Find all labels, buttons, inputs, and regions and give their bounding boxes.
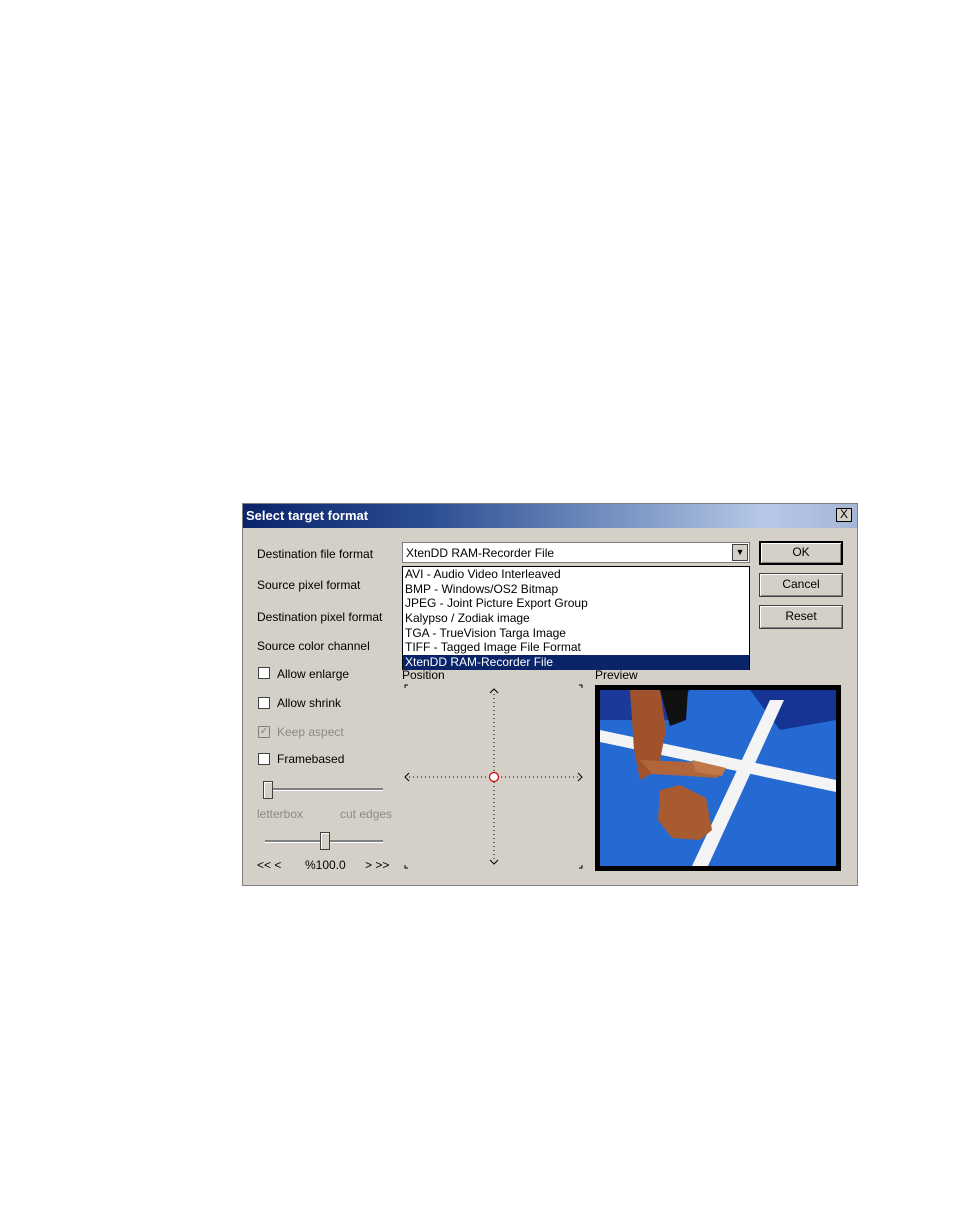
preview-frame — [595, 685, 841, 871]
dropdown-option-kalypso[interactable]: Kalypso / Zodiak image — [403, 611, 749, 626]
allow-enlarge-checkbox[interactable] — [258, 667, 270, 679]
dropdown-option-tga[interactable]: TGA - TrueVision Targa Image — [403, 626, 749, 641]
allow-enlarge-label: Allow enlarge — [277, 667, 350, 681]
framebased-checkbox[interactable] — [258, 753, 270, 765]
ok-button[interactable]: OK — [759, 541, 843, 565]
position-crosshair — [404, 684, 583, 869]
preview-picture — [600, 690, 836, 866]
combo-selected-value: XtenDD RAM-Recorder File — [406, 546, 555, 560]
position-control[interactable] — [403, 684, 585, 870]
allow-shrink-checkbox[interactable] — [258, 697, 270, 709]
framebased-label: Framebased — [277, 752, 345, 766]
cut-edges-label: cut edges — [340, 807, 393, 821]
dest-pixel-format-label: Destination pixel format — [257, 610, 383, 624]
keep-aspect-checkbox[interactable]: ✓ — [258, 726, 270, 738]
zoom-slider-thumb[interactable] — [320, 832, 330, 850]
select-target-format-dialog: Select target format X Destination file … — [242, 503, 858, 886]
cancel-button[interactable]: Cancel — [759, 573, 843, 597]
dropdown-arrow-button[interactable]: ▼ — [732, 544, 748, 561]
dropdown-option-jpeg[interactable]: JPEG - Joint Picture Export Group — [403, 596, 749, 611]
zoom-increase-button[interactable]: > >> — [365, 858, 389, 872]
chevron-down-icon: ▼ — [735, 547, 745, 557]
source-pixel-format-label: Source pixel format — [257, 578, 361, 592]
allow-shrink-label: Allow shrink — [277, 696, 342, 710]
source-color-channel-label: Source color channel — [257, 639, 370, 653]
zoom-value: %100.0 — [305, 858, 346, 872]
zoom-decrease-button[interactable]: << < — [257, 858, 281, 872]
dialog-title: Select target format — [246, 508, 369, 523]
close-icon: X — [839, 507, 848, 521]
preview-label: Preview — [595, 668, 638, 682]
letterbox-slider-track[interactable] — [265, 788, 383, 791]
keep-aspect-label: Keep aspect — [277, 725, 344, 739]
dropdown-option-avi[interactable]: AVI - Audio Video Interleaved — [403, 567, 749, 582]
dest-file-format-select[interactable]: XtenDD RAM-Recorder File ▼ — [402, 542, 750, 563]
dropdown-option-xtendd[interactable]: XtenDD RAM-Recorder File — [403, 655, 749, 670]
close-button[interactable]: X — [836, 508, 852, 522]
position-label: Position — [402, 668, 445, 682]
dropdown-option-tiff[interactable]: TIFF - Tagged Image File Format — [403, 640, 749, 655]
title-bar[interactable]: Select target format X — [243, 504, 857, 528]
preview-image — [600, 690, 836, 866]
letterbox-slider-thumb[interactable] — [263, 781, 273, 799]
reset-button[interactable]: Reset — [759, 605, 843, 629]
dest-file-format-label: Destination file format — [257, 547, 374, 561]
checkmark-icon: ✓ — [259, 726, 269, 737]
format-dropdown-list[interactable]: AVI - Audio Video Interleaved BMP - Wind… — [402, 566, 750, 670]
letterbox-label: letterbox — [257, 807, 304, 821]
dropdown-option-bmp[interactable]: BMP - Windows/OS2 Bitmap — [403, 582, 749, 597]
